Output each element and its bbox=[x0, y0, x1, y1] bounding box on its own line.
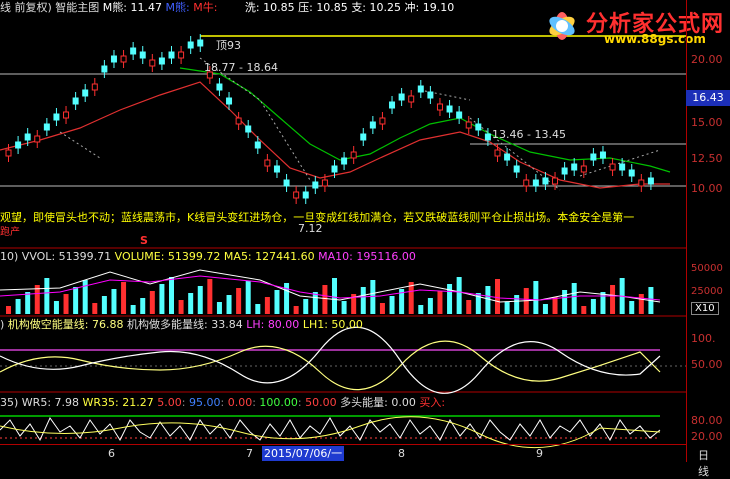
energy-short-line bbox=[0, 340, 661, 391]
lh-label: LH: bbox=[246, 318, 268, 331]
energy-tick: 100. bbox=[691, 332, 716, 345]
wr5-value: 7.98 bbox=[54, 396, 80, 409]
wr-ref-1: 5.00 bbox=[157, 396, 182, 409]
price-axis: 20.00 15.00 12.50 10.00 50000 25000 X10 … bbox=[686, 0, 730, 462]
date-label: 9 bbox=[536, 447, 543, 460]
vvol-value: 51399.71 bbox=[58, 250, 112, 263]
flower-logo-icon bbox=[549, 12, 575, 40]
short-energy-value: 76.88 bbox=[92, 318, 124, 331]
bull-energy-value: 0.00 bbox=[391, 396, 416, 409]
wr-ref-2: 95.00 bbox=[188, 396, 221, 409]
volume-ma5-line bbox=[0, 269, 661, 303]
wr35-label: WR35: bbox=[82, 396, 123, 409]
lh1-label: LH1: bbox=[302, 318, 332, 331]
selected-date[interactable]: 2015/07/06/一 bbox=[262, 446, 345, 461]
energy-tick: 50.00 bbox=[691, 358, 723, 371]
m-bear-label: M熊: bbox=[102, 1, 131, 14]
rush-label: 冲: bbox=[404, 1, 423, 14]
ma5-value: 127441.60 bbox=[255, 250, 315, 263]
date-label: 8 bbox=[398, 447, 405, 460]
ma10-label: MA10: bbox=[318, 250, 357, 263]
wr-header: 35) WR5: 7.98 WR35: 21.27 5.00: 95.00: 0… bbox=[0, 396, 446, 409]
support-value: 10.25 bbox=[369, 1, 402, 14]
volume-tick: 25000 bbox=[691, 286, 723, 297]
date-label: 7 bbox=[246, 447, 253, 460]
wr-ref-4: 100.00 bbox=[259, 396, 298, 409]
lh-value: 80.00 bbox=[267, 318, 300, 331]
volume-ma10-line bbox=[0, 275, 661, 301]
energy-long-line bbox=[0, 326, 661, 394]
wr35-value: 21.27 bbox=[122, 396, 154, 409]
volume-value: 51399.72 bbox=[167, 250, 221, 263]
m-bull-label: M牛: bbox=[193, 1, 221, 14]
rush-value: 19.10 bbox=[422, 1, 455, 14]
wash-label: 洗: bbox=[244, 1, 264, 14]
energy-header: ) 机构做空能量线: 76.88 机构做多能量线: 33.84 LH: 80.0… bbox=[0, 318, 363, 332]
vvol-label: VVOL: bbox=[21, 250, 59, 263]
press-value: 10.85 bbox=[316, 1, 348, 14]
range-high-annotation: 18.77 - 18.64 bbox=[204, 61, 278, 74]
ma10-value: 195116.00 bbox=[356, 250, 416, 263]
wr-tick: 80.00 bbox=[691, 414, 723, 427]
price-tick: 15.00 bbox=[691, 116, 723, 129]
bull-energy-label: 多头能量: bbox=[340, 396, 392, 409]
top-annotation: 顶93 bbox=[216, 39, 241, 52]
date-axis: 6 7 2015/07/06/一 8 9 日线 bbox=[0, 444, 709, 478]
press-label: 压: bbox=[298, 1, 317, 14]
period-label[interactable]: 日线 bbox=[698, 447, 709, 479]
left-tag: 跑产 bbox=[0, 227, 20, 238]
m-bear2-label: M熊: bbox=[165, 1, 194, 14]
wr-tick: 20.00 bbox=[691, 430, 723, 443]
wash-value: 10.85 bbox=[263, 1, 295, 14]
main-indicator-header: 线 前复权) 智能主图 M熊: 11.47 M熊: M牛: 洗: 10.85 压… bbox=[0, 1, 454, 15]
m-bear-value: 11.47 bbox=[130, 1, 163, 14]
lh1-value: 50.00 bbox=[331, 318, 363, 331]
ma-green-line bbox=[179, 67, 671, 173]
volume-label: VOLUME: bbox=[114, 250, 168, 263]
wr-ref-5: 50.00 bbox=[305, 396, 337, 409]
strategy-warning-text: 观望，即使冒头也不动；蓝线震荡市，K线冒头变红进场仓，一旦变成红线加满仓，若又跌… bbox=[0, 211, 635, 224]
wr5-label: WR5: bbox=[21, 396, 55, 409]
wr-prefix: 35) bbox=[0, 396, 19, 409]
energy-prefix: ) bbox=[0, 318, 5, 331]
volume-bars bbox=[6, 277, 654, 314]
price-tick: 10.00 bbox=[691, 182, 723, 195]
range-mid-annotation: 13.46 - 13.45 bbox=[492, 128, 566, 141]
volume-prefix: 10) bbox=[0, 250, 19, 263]
volume-unit-badge: X10 bbox=[691, 302, 719, 315]
buy-label: 买入: bbox=[419, 396, 446, 409]
support-label: 支: bbox=[351, 1, 370, 14]
price-tick: 12.50 bbox=[691, 152, 723, 165]
short-energy-label: 机构做空能量线: bbox=[7, 318, 92, 331]
date-label: 6 bbox=[108, 447, 115, 460]
trend-dotted-line bbox=[59, 57, 661, 191]
main-title: 线 前复权) 智能主图 bbox=[0, 1, 100, 14]
volume-tick: 50000 bbox=[691, 263, 723, 274]
current-price-tag: 16.43 bbox=[686, 90, 730, 106]
long-energy-value: 33.84 bbox=[211, 318, 243, 331]
volume-header: 10) VVOL: 51399.71 VOLUME: 51399.72 MA5:… bbox=[0, 250, 416, 264]
kline-chart-canvas[interactable] bbox=[0, 0, 730, 462]
sell-marker: S bbox=[140, 234, 148, 247]
price-tick: 20.00 bbox=[691, 53, 723, 66]
ma5-label: MA5: bbox=[223, 250, 256, 263]
long-energy-label: 机构做多能量线: bbox=[127, 318, 212, 331]
wr-ref-3: 0.00 bbox=[227, 396, 253, 409]
candlestick-series bbox=[5, 34, 654, 204]
wr5-line bbox=[0, 417, 661, 442]
